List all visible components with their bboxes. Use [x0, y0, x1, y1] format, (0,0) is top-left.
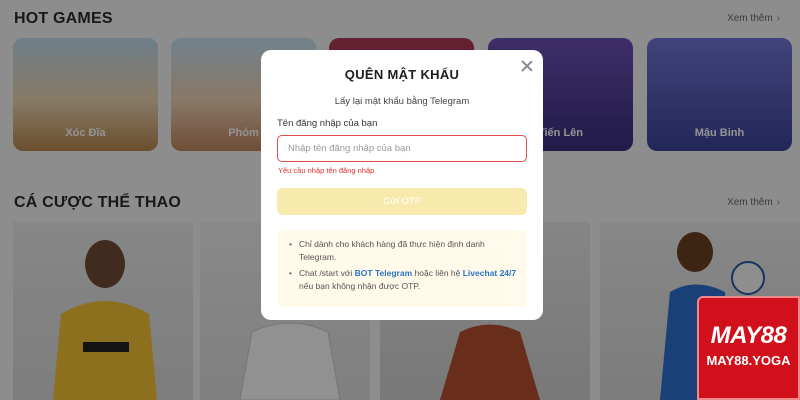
- username-error: Yêu cầu nhập tên đăng nhập: [278, 166, 375, 175]
- info-item-2: Chat /start với BOT Telegram hoặc liên h…: [289, 267, 517, 292]
- close-icon[interactable]: [520, 59, 534, 73]
- livechat-link[interactable]: Livechat 24/7: [463, 268, 516, 278]
- info-item-1: Chỉ dành cho khách hàng đã thực hiện địn…: [289, 238, 517, 263]
- bot-telegram-link[interactable]: BOT Telegram: [355, 268, 412, 278]
- username-label: Tên đăng nhập của bạn: [277, 118, 378, 129]
- brand-logo: MAY88: [710, 322, 787, 349]
- brand-site: MAY88.YOGA: [706, 353, 791, 368]
- modal-subtitle: Lấy lại mật khẩu bằng Telegram: [334, 96, 470, 107]
- brand-badge: MAY88 MAY88.YOGA: [697, 296, 800, 400]
- forgot-password-modal: QUÊN MẬT KHẨU Lấy lại mật khẩu bằng Tele…: [261, 50, 543, 320]
- username-input[interactable]: [277, 135, 527, 162]
- modal-title: QUÊN MẬT KHẨU: [344, 67, 460, 82]
- info-box: Chỉ dành cho khách hàng đã thực hiện địn…: [277, 230, 527, 307]
- send-otp-button[interactable]: Gửi OTP: [277, 188, 527, 215]
